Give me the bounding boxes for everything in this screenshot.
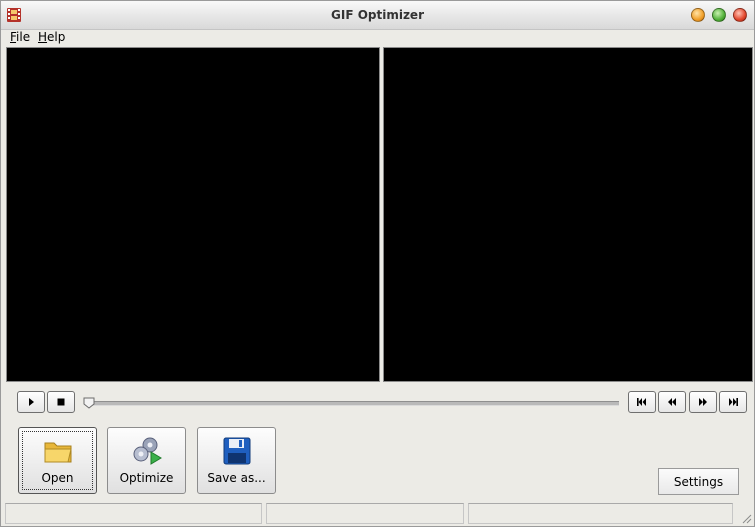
skip-to-start-icon [637,398,646,406]
maximize-button[interactable] [712,8,726,22]
open-button-label: Open [41,471,74,485]
menu-help[interactable]: Help [38,30,65,44]
optimize-button[interactable]: Optimize [107,427,186,494]
folder-icon [44,442,72,463]
optimize-button-label: Optimize [119,471,174,485]
original-preview-panel [6,47,380,382]
play-button[interactable] [17,391,45,413]
floppy-disk-icon [223,437,250,465]
play-icon [29,398,34,406]
window-title: GIF Optimizer [331,8,424,22]
prev-frame-button[interactable] [658,391,686,413]
menu-file[interactable]: File [10,30,30,44]
menu-bar: File Help [1,29,754,46]
next-frame-button[interactable] [689,391,717,413]
optimized-preview-panel [383,47,753,382]
save-as-button[interactable]: Save as... [197,427,276,494]
menu-file-label: ile [16,30,31,44]
step-back-icon [668,398,676,406]
skip-to-end-icon [729,398,738,406]
resize-grip-icon[interactable] [740,512,752,524]
stop-button[interactable] [47,391,75,413]
save-as-button-label: Save as... [207,471,266,485]
status-cell-3 [468,503,733,524]
minimize-button[interactable] [691,8,705,22]
stop-icon [57,398,65,406]
status-bar [1,503,754,526]
step-forward-icon [699,398,707,406]
first-frame-button[interactable] [628,391,656,413]
menu-help-label: elp [47,30,66,44]
status-cell-1 [5,503,262,524]
open-button[interactable]: Open [18,427,97,494]
title-bar[interactable]: GIF Optimizer [1,1,754,30]
settings-button[interactable]: Settings [658,468,739,495]
close-button[interactable] [733,8,747,22]
gears-play-icon [133,437,162,465]
slider-thumb[interactable] [83,397,95,409]
last-frame-button[interactable] [719,391,747,413]
menu-help-mnemonic: H [38,30,48,44]
frame-slider[interactable] [88,401,619,406]
status-cell-2 [266,503,464,524]
app-window: GIF Optimizer File Help Open Optimize Sa… [0,0,755,527]
